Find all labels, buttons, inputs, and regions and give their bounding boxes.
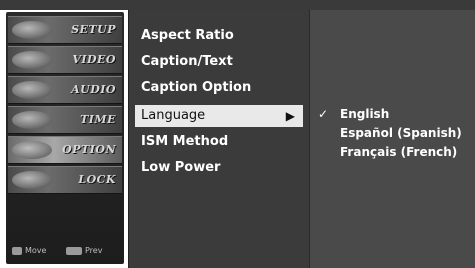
sidebar-item-lock[interactable]: LOCK bbox=[8, 166, 122, 194]
sidebar-footer: Move Prev bbox=[10, 244, 120, 258]
time-icon bbox=[12, 111, 52, 129]
menu-item-label: ISM Method bbox=[141, 134, 229, 149]
prev-hint-label: Prev bbox=[85, 246, 103, 255]
menu-item-label: Aspect Ratio bbox=[141, 28, 234, 43]
menu-item-caption-option[interactable]: Caption Option bbox=[129, 77, 309, 99]
audio-icon bbox=[12, 81, 52, 99]
main-menu-sidebar: SETUP VIDEO AUDIO TIME OPTION LOCK Move bbox=[6, 12, 124, 264]
sidebar-item-label: AUDIO bbox=[71, 83, 116, 96]
sidebar-item-label: VIDEO bbox=[72, 53, 116, 66]
sidebar-item-video[interactable]: VIDEO bbox=[8, 46, 122, 74]
menu-item-language[interactable]: Language ▶ bbox=[135, 105, 303, 127]
menu-item-label: Language bbox=[141, 108, 206, 123]
language-option-english[interactable]: ✓ English bbox=[310, 105, 475, 123]
move-hint: Move bbox=[12, 246, 46, 255]
menu-button-icon bbox=[66, 246, 82, 255]
video-icon bbox=[12, 51, 52, 69]
option-menu-panel: Aspect Ratio Caption/Text Caption Option… bbox=[128, 10, 309, 268]
sidebar-item-option[interactable]: OPTION bbox=[8, 136, 122, 164]
lock-icon bbox=[12, 171, 52, 189]
menu-item-low-power[interactable]: Low Power bbox=[129, 157, 309, 179]
prev-hint: Prev bbox=[66, 246, 102, 255]
language-option-spanish[interactable]: Español (Spanish) bbox=[310, 124, 475, 142]
language-option-french[interactable]: Français (French) bbox=[310, 143, 475, 161]
menu-item-caption-text[interactable]: Caption/Text bbox=[129, 51, 309, 73]
top-bar bbox=[0, 0, 475, 10]
menu-item-label: Caption/Text bbox=[141, 54, 233, 69]
language-option-label: Français (French) bbox=[340, 145, 458, 159]
submenu-arrow-icon: ▶ bbox=[285, 109, 295, 123]
checkmark-icon: ✓ bbox=[318, 107, 329, 121]
move-hint-label: Move bbox=[25, 246, 47, 255]
sidebar-item-time[interactable]: TIME bbox=[8, 106, 122, 134]
setup-icon bbox=[12, 21, 52, 39]
tv-menu-screen: SETUP VIDEO AUDIO TIME OPTION LOCK Move bbox=[0, 0, 475, 268]
menu-item-label: Caption Option bbox=[141, 80, 252, 95]
menu-item-ism-method[interactable]: ISM Method bbox=[129, 131, 309, 153]
menu-item-aspect-ratio[interactable]: Aspect Ratio bbox=[129, 25, 309, 47]
language-option-label: English bbox=[340, 107, 390, 121]
sidebar-item-audio[interactable]: AUDIO bbox=[8, 76, 122, 104]
sidebar-item-label: TIME bbox=[80, 113, 116, 126]
dpad-icon bbox=[12, 246, 22, 255]
sidebar-item-label: SETUP bbox=[71, 23, 116, 36]
option-icon bbox=[12, 141, 52, 159]
menu-item-label: Low Power bbox=[141, 160, 221, 175]
language-option-label: Español (Spanish) bbox=[340, 126, 462, 140]
sidebar-item-label: OPTION bbox=[62, 143, 116, 156]
sidebar-item-setup[interactable]: SETUP bbox=[8, 16, 122, 44]
sidebar-item-label: LOCK bbox=[78, 173, 116, 186]
language-submenu-panel: ✓ English Español (Spanish) Français (Fr… bbox=[309, 10, 475, 268]
